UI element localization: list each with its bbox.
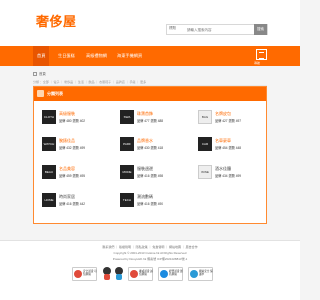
item-name[interactable]: 名牌皮包 bbox=[215, 111, 231, 117]
list-item[interactable]: PARF 品牌香水 品牌 430 瀏覽 418 bbox=[120, 137, 190, 159]
list-item[interactable]: CLOTH 高級服裝 品牌 480 瀏覽 402 bbox=[42, 110, 112, 132]
list-item[interactable]: WATCH 腕錶佳品 品牌 432 瀏覽 499 bbox=[42, 137, 112, 159]
item-name[interactable]: 珠寶首飾 bbox=[137, 111, 153, 117]
badge-label: 經營認證 實名網站 bbox=[169, 270, 183, 277]
nav-item-home[interactable]: 首頁 bbox=[33, 46, 50, 66]
item-meta: 品牌 434 瀏覽 499 bbox=[215, 174, 242, 178]
list-item[interactable]: BAG 名牌皮包 品牌 427 瀏覽 497 bbox=[198, 110, 268, 132]
list-item[interactable]: BEAU 名品美容 品牌 459 瀏覽 495 bbox=[42, 165, 112, 187]
check-icon bbox=[160, 270, 168, 278]
item-name[interactable]: 名品美容 bbox=[59, 166, 75, 172]
shield-icon bbox=[130, 270, 138, 278]
breadcrumb: 首頁 bbox=[33, 70, 267, 78]
page: 奢侈屋 標題 搜索 首頁 生日蛋糕 高級禮物網 海東手機網頁 導航 首頁 分類 … bbox=[0, 0, 300, 300]
item-meta: 品牌 459 瀏覽 495 bbox=[59, 174, 86, 178]
shield-icon bbox=[74, 270, 82, 278]
badge-label: 權威認證 誠信網站 bbox=[139, 270, 153, 277]
panel-title: 分類列表 bbox=[47, 91, 63, 96]
item-name[interactable]: 時尚家居 bbox=[59, 194, 75, 200]
item-meta: 品牌 427 瀏覽 497 bbox=[215, 119, 242, 123]
menu-icon[interactable] bbox=[256, 49, 267, 60]
badge-label: 網站安全 保護中 bbox=[199, 270, 213, 277]
site-footer: 聯系我們 ｜ 版權聲明 ｜ 隱私政策 ｜ 免責聲明 ｜ 網站地圖 ｜ 廣告合作 … bbox=[0, 240, 300, 300]
site-logo[interactable]: 奢侈屋 bbox=[36, 11, 77, 30]
list-item[interactable]: HOME 時尚家居 品牌 416 瀏覽 442 bbox=[42, 193, 112, 215]
trust-badges: 安全認證 可信網站 權威認證 誠信網站 經營認證 實名網站 網站安全 保護中 bbox=[72, 267, 232, 285]
menu-label: 導航 bbox=[254, 61, 261, 65]
item-meta: 品牌 416 瀏覽 498 bbox=[137, 174, 164, 178]
item-meta: 品牌 432 瀏覽 499 bbox=[59, 146, 86, 150]
nav-item-gifts[interactable]: 高級禮物網 bbox=[82, 46, 111, 66]
item-name[interactable]: 品牌香水 bbox=[137, 138, 153, 144]
search-box: 標題 bbox=[166, 24, 268, 35]
search-input[interactable] bbox=[187, 25, 257, 34]
category-panel: 分類列表 CLOTH 高級服裝 品牌 480 瀏覽 402 SWA 珠寶首飾 品… bbox=[33, 86, 267, 224]
home-icon bbox=[33, 72, 37, 77]
list-item[interactable]: CAR 名車豪車 品牌 454 瀏覽 448 bbox=[198, 137, 268, 159]
trust-badge[interactable]: 經營認證 實名網站 bbox=[158, 267, 183, 281]
site-header: 奢侈屋 標題 搜索 bbox=[0, 0, 300, 46]
trust-badge[interactable]: 安全認證 可信網站 bbox=[72, 267, 97, 281]
item-name[interactable]: 潮流數碼 bbox=[137, 194, 153, 200]
list-item[interactable]: TECH 潮流數碼 品牌 416 瀏覽 490 bbox=[120, 193, 190, 215]
shield-icon bbox=[190, 270, 198, 278]
trust-badge[interactable]: 權威認證 誠信網站 bbox=[128, 267, 153, 281]
item-meta: 品牌 477 瀏覽 488 bbox=[137, 119, 164, 123]
list-item[interactable]: MODE 服裝週邊 品牌 416 瀏覽 498 bbox=[120, 165, 190, 187]
search-category-select[interactable]: 標題 bbox=[169, 26, 176, 31]
item-thumbnail[interactable]: SWA bbox=[120, 110, 134, 124]
item-meta: 品牌 480 瀏覽 402 bbox=[59, 119, 86, 123]
item-name[interactable]: 腕錶佳品 bbox=[59, 138, 75, 144]
badge-label: 安全認證 可信網站 bbox=[83, 270, 97, 277]
item-thumbnail[interactable]: CLOTH bbox=[42, 110, 56, 124]
footer-copyright: Copyright © 2001-2013 Cuisine.hk All Rig… bbox=[113, 251, 187, 255]
list-item[interactable]: WINE 酒水佳釀 品牌 434 瀏覽 499 bbox=[198, 165, 268, 187]
nav-item-mobile[interactable]: 海東手機網頁 bbox=[113, 46, 146, 66]
category-filter[interactable]: 分類 ：全部 ｜ 電子 ｜ 奢侈品 ｜ 生活 ｜ 飲品 ｜ 衣服鞋子 ｜ 品牌店… bbox=[33, 79, 267, 86]
mascot-image bbox=[114, 267, 124, 281]
item-meta: 品牌 416 瀏覽 442 bbox=[59, 202, 86, 206]
mascot-image bbox=[102, 267, 112, 281]
search-button[interactable]: 搜索 bbox=[254, 24, 267, 35]
item-name[interactable]: 高級服裝 bbox=[59, 111, 75, 117]
item-thumbnail[interactable]: BEAU bbox=[42, 165, 56, 179]
item-meta: 品牌 416 瀏覽 490 bbox=[137, 202, 164, 206]
item-name[interactable]: 酒水佳釀 bbox=[215, 166, 231, 172]
item-thumbnail[interactable]: WATCH bbox=[42, 137, 56, 151]
item-meta: 品牌 430 瀏覽 418 bbox=[137, 146, 164, 150]
item-thumbnail[interactable]: BAG bbox=[198, 110, 212, 124]
item-thumbnail[interactable]: PARF bbox=[120, 137, 134, 151]
item-thumbnail[interactable]: TECH bbox=[120, 193, 134, 207]
item-thumbnail[interactable]: CAR bbox=[198, 137, 212, 151]
item-name[interactable]: 服裝週邊 bbox=[137, 166, 153, 172]
item-thumbnail[interactable]: MODE bbox=[120, 165, 134, 179]
panel-header: 分類列表 bbox=[34, 87, 266, 101]
item-meta: 品牌 454 瀏覽 448 bbox=[215, 146, 242, 150]
item-thumbnail[interactable]: WINE bbox=[198, 165, 212, 179]
main-nav: 首頁 生日蛋糕 高級禮物網 海東手機網頁 導航 bbox=[0, 46, 300, 66]
trust-badge[interactable]: 網站安全 保護中 bbox=[188, 267, 213, 281]
footer-powered-by: Powered by DouyuHK.hk 備案號 ICP備2021028813… bbox=[112, 257, 188, 261]
nav-item-cake[interactable]: 生日蛋糕 bbox=[54, 46, 79, 66]
footer-links[interactable]: 聯系我們 ｜ 版權聲明 ｜ 隱私政策 ｜ 免責聲明 ｜ 網站地圖 ｜ 廣告合作 bbox=[0, 245, 300, 249]
breadcrumb-home[interactable]: 首頁 bbox=[39, 72, 46, 76]
list-item[interactable]: SWA 珠寶首飾 品牌 477 瀏覽 488 bbox=[120, 110, 190, 132]
list-icon bbox=[37, 90, 44, 97]
item-thumbnail[interactable]: HOME bbox=[42, 193, 56, 207]
item-name[interactable]: 名車豪車 bbox=[215, 138, 231, 144]
